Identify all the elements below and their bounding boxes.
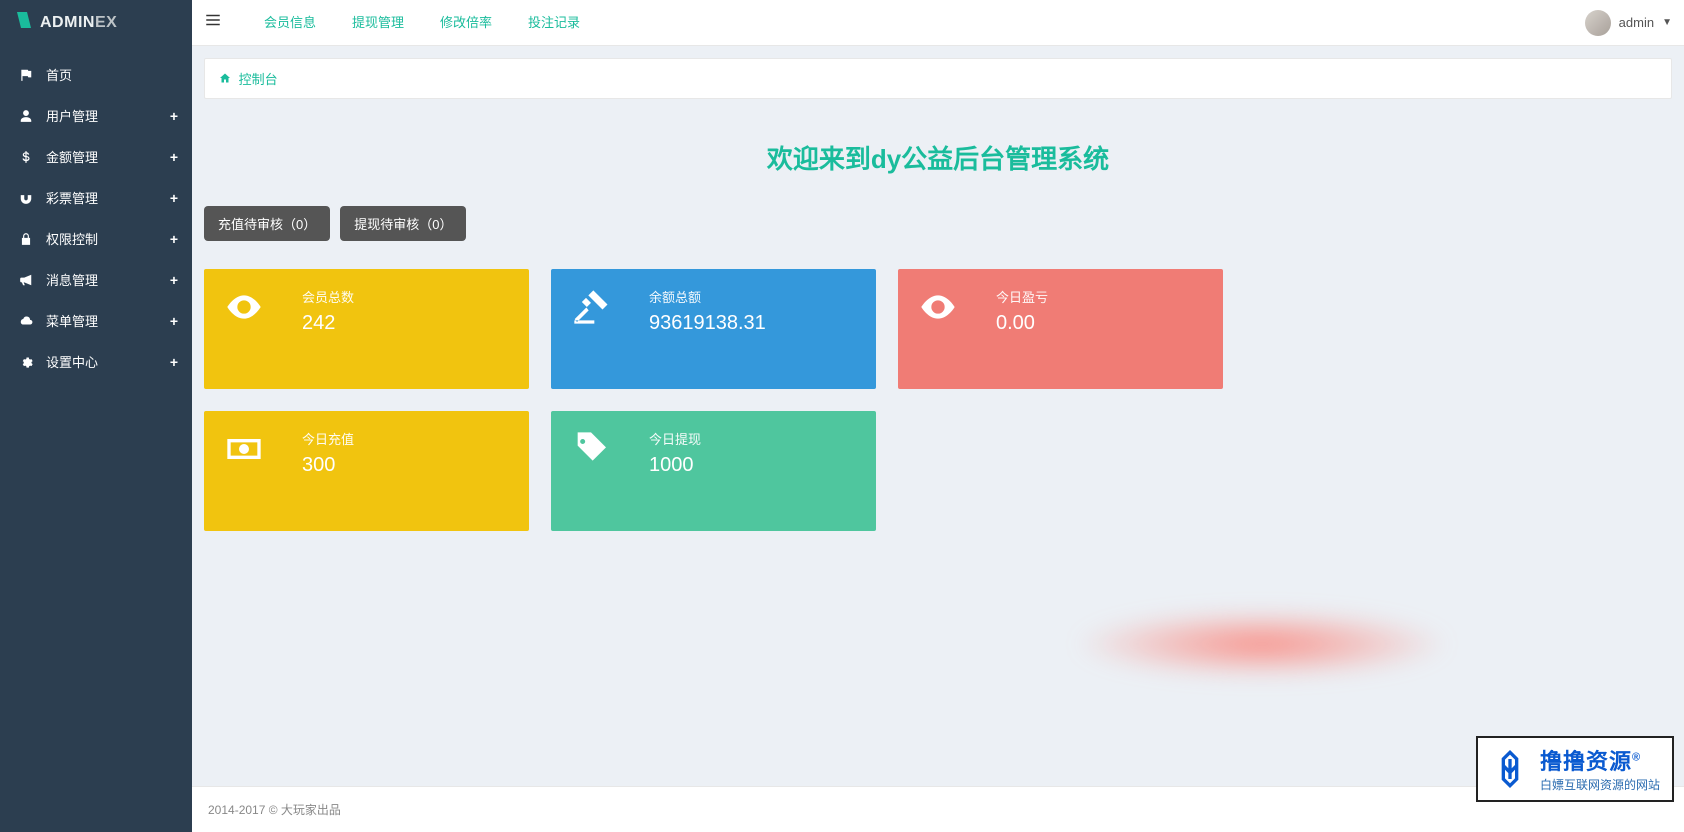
- expand-icon: +: [170, 313, 178, 329]
- sidebar-item-label: 彩票管理: [46, 188, 98, 207]
- stat-card-2[interactable]: 今日盈亏 0.00: [898, 269, 1223, 389]
- brand-logo[interactable]: ADMINEX: [0, 0, 192, 46]
- sidebar-item-2[interactable]: 金额管理 +: [0, 136, 192, 177]
- eye-icon: [912, 287, 996, 327]
- stat-card-4[interactable]: 今日提现 1000: [551, 411, 876, 531]
- watermark-sub: 白嫖互联网资源的网站: [1540, 778, 1660, 792]
- header-nav-item-1[interactable]: 提现管理: [334, 0, 422, 46]
- smudge-overlay: [1072, 609, 1452, 679]
- breadcrumb-text: 控制台: [239, 72, 278, 87]
- footer-text: 2014-2017 © 大玩家出品: [208, 803, 341, 817]
- top-header: 会员信息提现管理修改倍率投注记录 admin ▼: [192, 0, 1684, 46]
- pending-pills: 充值待审核（0） 提现待审核（0）: [192, 206, 1684, 241]
- bullhorn-icon: [16, 273, 36, 287]
- watermark-main: 撸撸资源®: [1540, 749, 1641, 774]
- home-icon: [219, 72, 231, 87]
- username: admin: [1619, 15, 1654, 30]
- flag-icon: [16, 68, 36, 82]
- money-icon: [218, 429, 302, 469]
- sidebar-item-label: 权限控制: [46, 229, 98, 248]
- stat-card-3[interactable]: 今日充值 300: [204, 411, 529, 531]
- sidebar-item-0[interactable]: 首页: [0, 54, 192, 95]
- sidebar-item-label: 首页: [46, 65, 72, 84]
- card-value: 0.00: [996, 312, 1048, 335]
- eye-icon: [218, 287, 302, 327]
- menu-toggle-icon[interactable]: [204, 11, 222, 34]
- header-nav-item-0[interactable]: 会员信息: [246, 0, 334, 46]
- expand-icon: +: [170, 354, 178, 370]
- brand-icon: [14, 10, 34, 36]
- card-value: 300: [302, 454, 354, 477]
- expand-icon: +: [170, 231, 178, 247]
- tag-icon: [565, 429, 649, 469]
- expand-icon: +: [170, 190, 178, 206]
- card-label: 余额总额: [649, 287, 766, 306]
- card-value: 93619138.31: [649, 312, 766, 335]
- pending-pill-0[interactable]: 充值待审核（0）: [204, 206, 330, 241]
- sidebar: ADMINEX 首页用户管理 + 金额管理 + 彩票管理 + 权限控制 + 消息管理 + 菜单管理 +…: [0, 0, 192, 832]
- watermark-badge: 撸撸资源® 白嫖互联网资源的网站: [1476, 736, 1674, 802]
- sidebar-item-label: 设置中心: [46, 352, 98, 371]
- dollar-icon: [16, 150, 36, 164]
- sidebar-item-6[interactable]: 菜单管理 +: [0, 300, 192, 341]
- sidebar-item-4[interactable]: 权限控制 +: [0, 218, 192, 259]
- main-area: 会员信息提现管理修改倍率投注记录 admin ▼ 控制台 欢迎来到dy公益后台管…: [192, 0, 1684, 832]
- sidebar-item-label: 用户管理: [46, 106, 98, 125]
- card-label: 今日提现: [649, 429, 701, 448]
- chevron-down-icon: ▼: [1662, 17, 1672, 28]
- expand-icon: +: [170, 149, 178, 165]
- brand-text: ADMINEX: [40, 14, 117, 32]
- expand-icon: +: [170, 108, 178, 124]
- welcome-title: 欢迎来到dy公益后台管理系统: [192, 139, 1684, 176]
- user-icon: [16, 109, 36, 123]
- stat-cards: 会员总数 242 余额总额 93619138.31 今日盈亏 0.00 今日充值 300 今日提…: [192, 269, 1684, 531]
- footer: 2014-2017 © 大玩家出品: [192, 786, 1684, 832]
- gear-icon: [16, 355, 36, 369]
- sidebar-item-7[interactable]: 设置中心 +: [0, 341, 192, 382]
- breadcrumb[interactable]: 控制台: [204, 58, 1672, 99]
- card-value: 242: [302, 312, 354, 335]
- sidebar-item-5[interactable]: 消息管理 +: [0, 259, 192, 300]
- gavel-icon: [565, 287, 649, 327]
- pending-pill-1[interactable]: 提现待审核（0）: [340, 206, 466, 241]
- stat-card-0[interactable]: 会员总数 242: [204, 269, 529, 389]
- header-nav: 会员信息提现管理修改倍率投注记录: [246, 0, 598, 46]
- avatar: [1585, 10, 1611, 36]
- stat-card-1[interactable]: 余额总额 93619138.31: [551, 269, 876, 389]
- expand-icon: +: [170, 272, 178, 288]
- magnet-icon: [16, 191, 36, 205]
- header-nav-item-3[interactable]: 投注记录: [510, 0, 598, 46]
- sidebar-item-label: 菜单管理: [46, 311, 98, 330]
- header-nav-item-2[interactable]: 修改倍率: [422, 0, 510, 46]
- user-menu[interactable]: admin ▼: [1585, 10, 1672, 36]
- lock-icon: [16, 232, 36, 246]
- sidebar-item-1[interactable]: 用户管理 +: [0, 95, 192, 136]
- cloud-icon: [16, 314, 36, 328]
- card-label: 今日盈亏: [996, 287, 1048, 306]
- sidebar-item-label: 消息管理: [46, 270, 98, 289]
- watermark-icon: [1490, 749, 1530, 789]
- sidebar-item-3[interactable]: 彩票管理 +: [0, 177, 192, 218]
- card-label: 今日充值: [302, 429, 354, 448]
- card-value: 1000: [649, 454, 701, 477]
- card-label: 会员总数: [302, 287, 354, 306]
- sidebar-item-label: 金额管理: [46, 147, 98, 166]
